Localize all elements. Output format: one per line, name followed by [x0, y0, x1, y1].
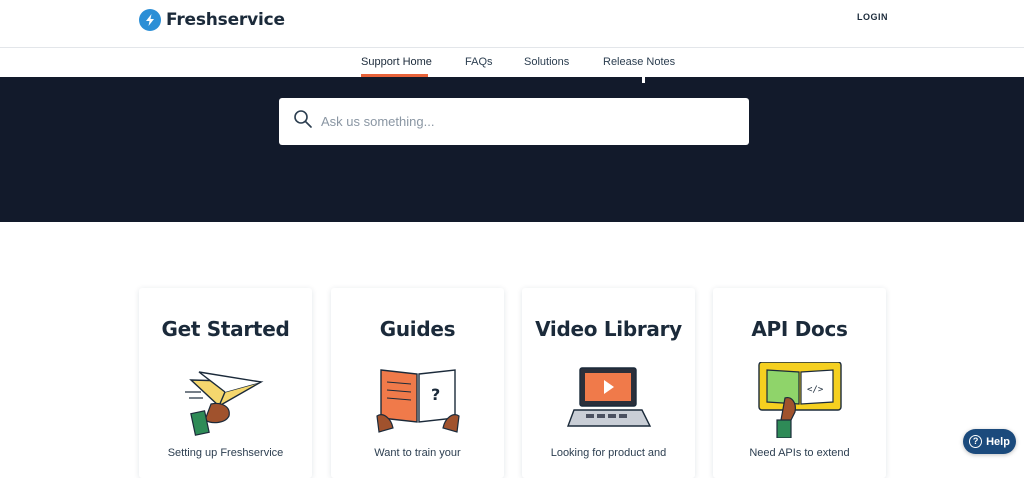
card-video-library[interactable]: Video Library Looking for product and [522, 288, 695, 478]
login-link[interactable]: LOGIN [857, 12, 888, 22]
card-description: Want to train your [374, 447, 461, 459]
search-box[interactable] [279, 98, 749, 145]
card-title: API Docs [751, 317, 848, 341]
nav-solutions[interactable]: Solutions [524, 56, 569, 68]
card-description: Setting up Freshservice [167, 447, 284, 459]
card-guides[interactable]: Guides ? Want to train your [331, 288, 504, 478]
nav-support-home[interactable]: Support Home [361, 56, 432, 68]
search-input[interactable] [321, 114, 721, 129]
svg-text:</>: </> [807, 385, 824, 395]
main-nav: Support Home FAQs Solutions Release Note… [0, 48, 1024, 77]
site-header: Freshservice LOGIN [0, 0, 1024, 48]
card-title: Video Library [535, 317, 682, 341]
card-description: Looking for product and [550, 447, 667, 459]
brand-logo[interactable]: Freshservice [139, 9, 285, 31]
paper-plane-icon [181, 362, 271, 438]
open-book-icon: ? [373, 362, 463, 438]
question-mark-icon: ? [969, 435, 983, 448]
card-title: Guides [379, 317, 456, 341]
brand-name: Freshservice [166, 10, 285, 30]
help-widget-button[interactable]: ? Help [963, 429, 1016, 454]
svg-text:?: ? [431, 385, 440, 404]
laptop-video-icon [564, 362, 654, 438]
hero-text-fragment [642, 77, 645, 83]
code-book-icon: </> [755, 361, 845, 439]
card-api-docs[interactable]: API Docs </> Need APIs to extend [713, 288, 886, 478]
card-get-started[interactable]: Get Started Setting up Freshservice [139, 288, 312, 478]
card-title: Get Started [161, 317, 290, 341]
card-description: Need APIs to extend [749, 447, 850, 459]
nav-faqs[interactable]: FAQs [465, 56, 493, 68]
help-label: Help [986, 435, 1010, 448]
lightning-bolt-icon [139, 9, 161, 31]
nav-release-notes[interactable]: Release Notes [603, 56, 675, 68]
search-icon [293, 109, 313, 134]
